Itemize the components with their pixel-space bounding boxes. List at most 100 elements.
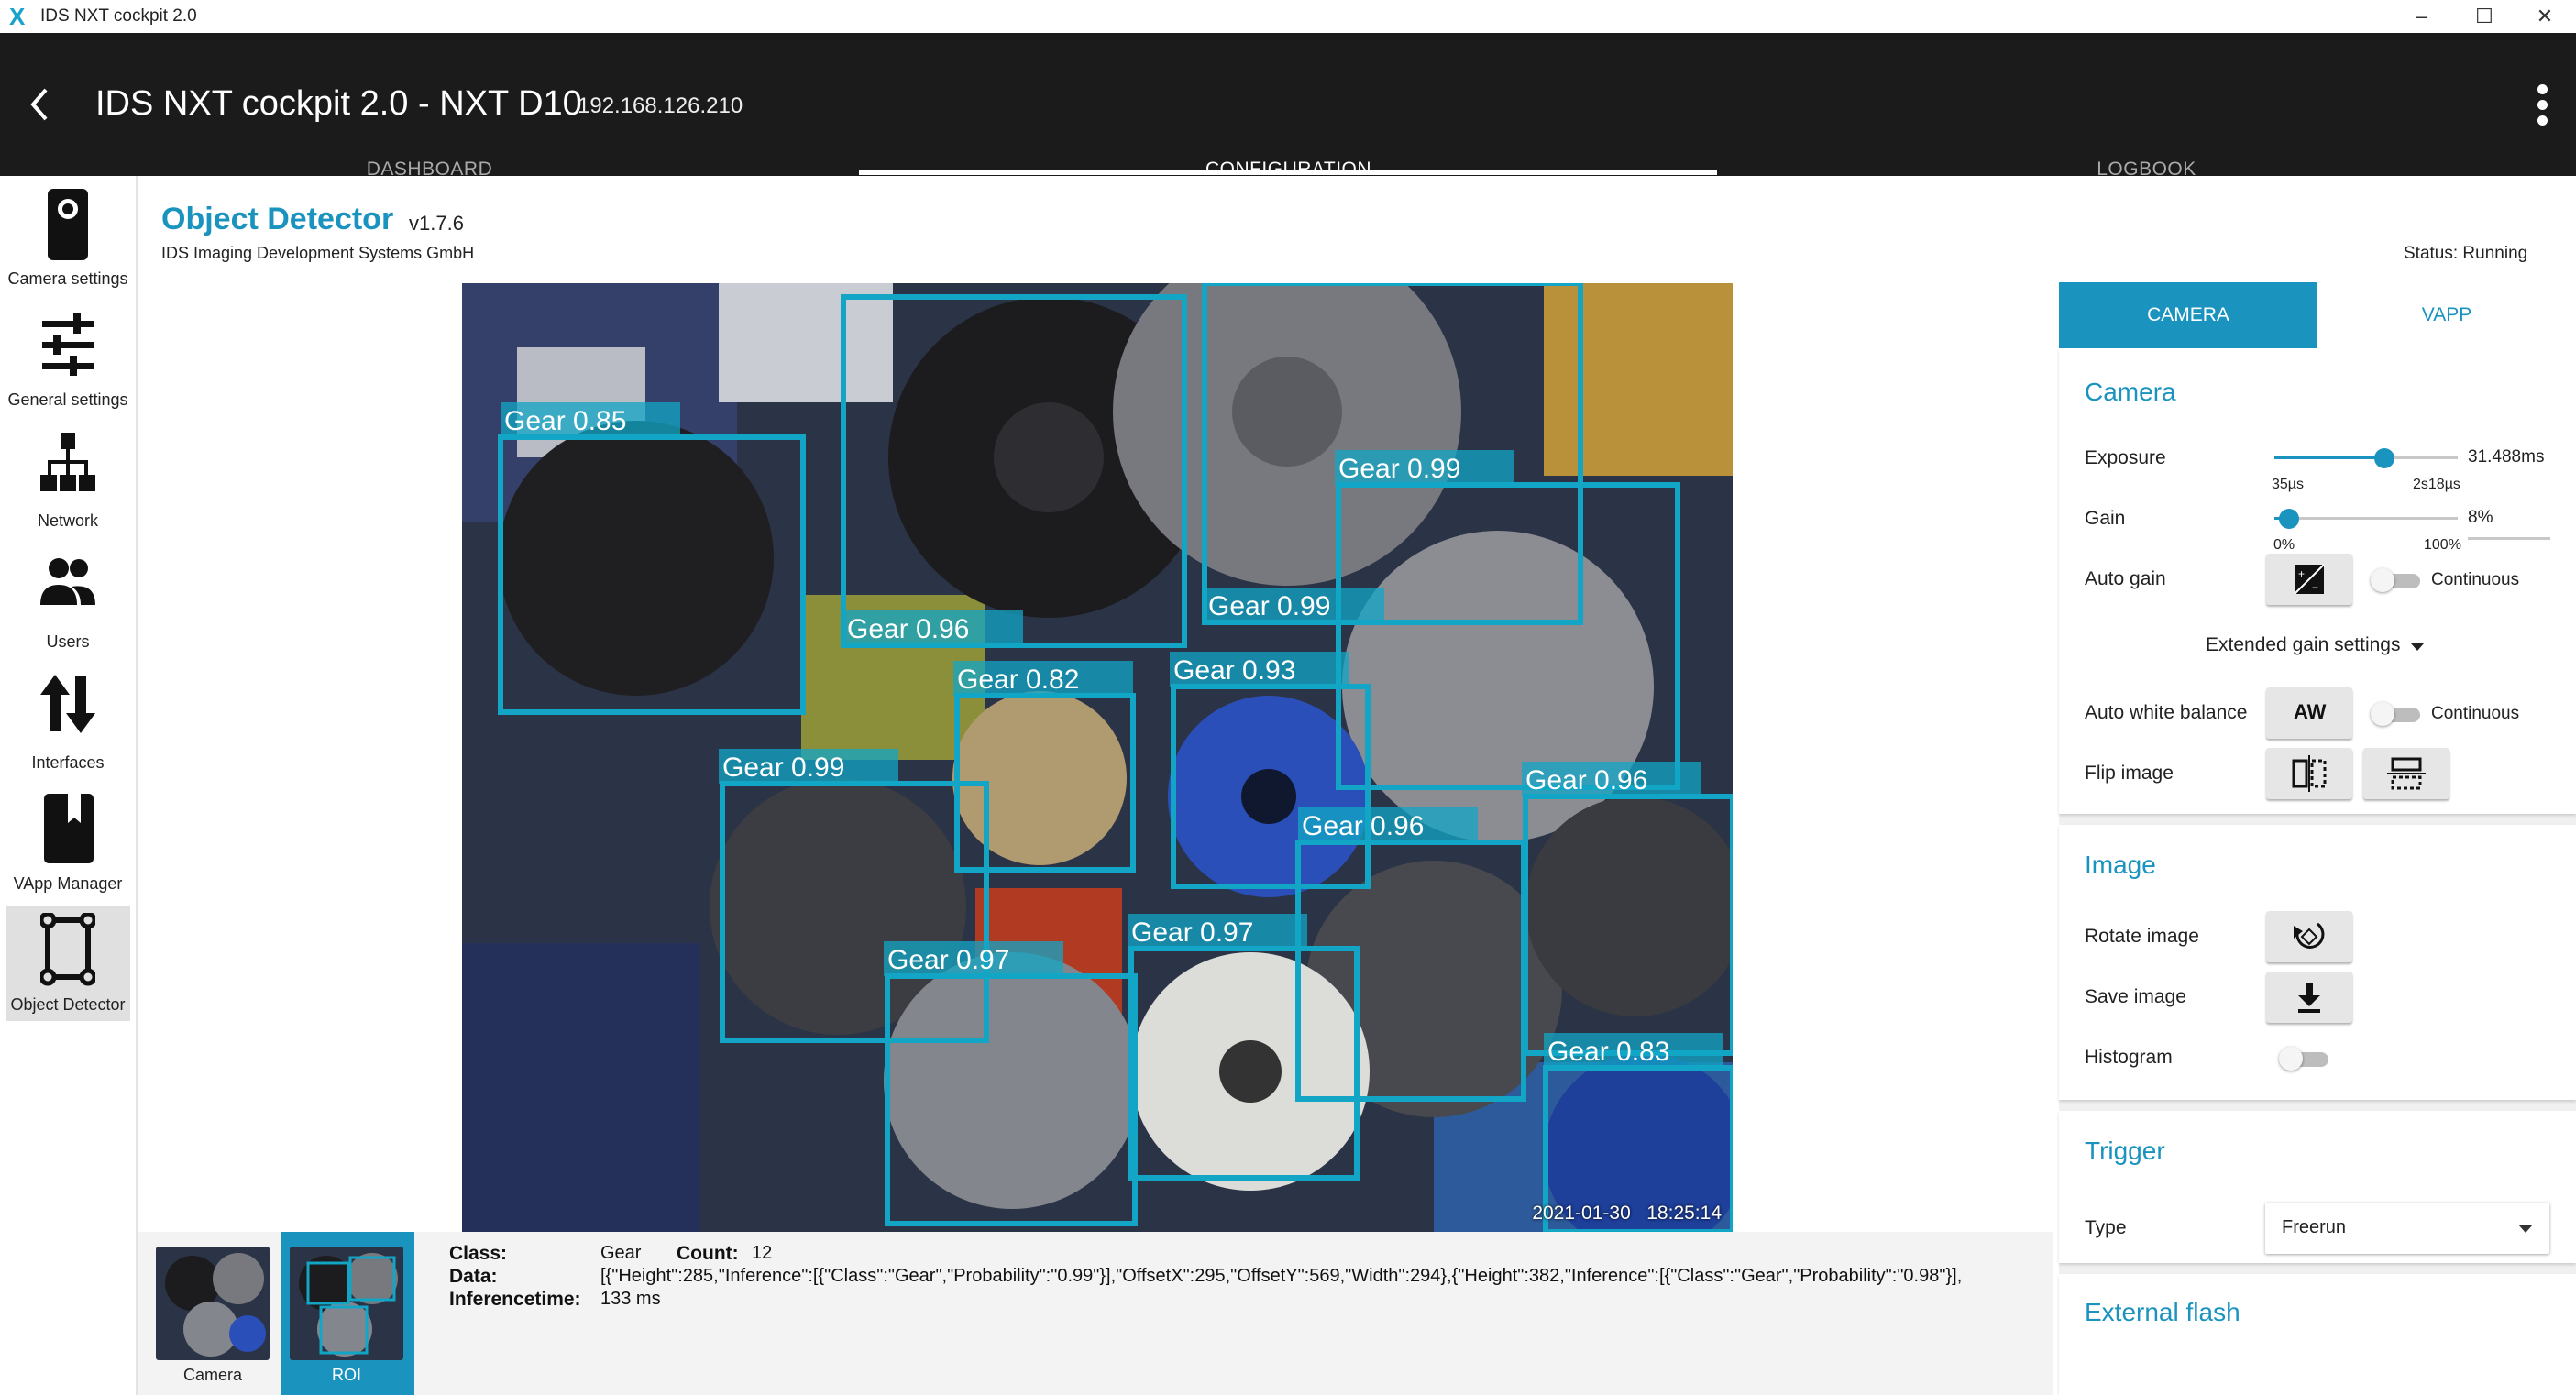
download-icon <box>2298 983 2320 1013</box>
camera-icon <box>48 189 88 260</box>
app-logo-icon: X <box>9 3 26 30</box>
tab-camera[interactable]: CAMERA <box>2059 282 2317 348</box>
histogram-toggle[interactable] <box>2279 1047 2330 1071</box>
section-title-external-flash: External flash <box>2085 1298 2240 1326</box>
window-titlebar: X IDS NXT cockpit 2.0 – ☐ ✕ <box>0 0 2576 34</box>
sliders-icon <box>42 313 94 376</box>
flip-vertical-button[interactable] <box>2363 748 2449 799</box>
count-key: Count: <box>677 1243 739 1264</box>
camera-scene-image: Gear 0.85 Gear 0.96 Gear 0.99 Gear 0.99 … <box>462 283 1733 1232</box>
camera-card: Camera Exposure 31.488ms 35µs 2s18µs Gai… <box>2059 348 2576 814</box>
camera-thumbnail[interactable] <box>156 1247 270 1360</box>
trigger-type-value: Freerun <box>2282 1217 2347 1237</box>
maximize-icon[interactable]: ☐ <box>2455 0 2514 33</box>
save-image-button[interactable] <box>2266 972 2352 1023</box>
save-image-label: Save image <box>2085 986 2186 1007</box>
class-key: Class: <box>449 1243 508 1264</box>
sidebar-item-label: Interfaces <box>31 753 105 772</box>
section-title-image: Image <box>2085 851 2156 879</box>
auto-gain-button[interactable]: + − <box>2266 554 2352 605</box>
exposure-value: 31.488ms <box>2468 447 2545 467</box>
back-arrow-icon[interactable] <box>28 86 51 128</box>
result-panel: Camera ROI Class: Gear Count: 12 Data: [… <box>138 1232 2053 1395</box>
gain-min: 0% <box>2273 537 2295 553</box>
detection-label: Gear 0.97 <box>1131 917 1253 948</box>
auto-wb-toggle-label: Continuous <box>2431 704 2520 723</box>
flip-horizontal-icon <box>2292 755 2327 792</box>
sidebar-item-interfaces[interactable]: Interfaces <box>6 664 130 779</box>
trigger-type-select[interactable]: Freerun <box>2265 1203 2549 1254</box>
gain-slider-knob[interactable] <box>2279 509 2299 529</box>
sidebar-item-vapp-manager[interactable]: VApp Manager <box>6 785 130 900</box>
exposure-auto-icon: +− <box>2294 564 2325 595</box>
detection-label: Gear 0.99 <box>1338 454 1460 484</box>
flip-vertical-icon <box>2387 757 2426 790</box>
network-icon <box>40 433 95 491</box>
vapp-status: Status: Running <box>2404 244 2528 263</box>
gain-max: 100% <box>2424 537 2461 553</box>
inferencetime-key: Inferencetime: <box>449 1289 581 1310</box>
sidebar-item-label: Network <box>37 511 98 530</box>
sidebar-item-label: General settings <box>7 390 128 409</box>
app-bar: IDS NXT cockpit 2.0 - NXT D10 192.168.12… <box>0 33 2576 180</box>
image-timestamp: 2021-01-30 18:25:14 <box>1532 1203 1722 1224</box>
exposure-slider-knob[interactable] <box>2374 448 2394 468</box>
detection-label: Gear 0.82 <box>957 665 1079 695</box>
exposure-label: Exposure <box>2085 447 2166 468</box>
extended-gain-settings[interactable]: Extended gain settings <box>2206 634 2400 656</box>
gain-value: 8% <box>2468 508 2493 527</box>
roi-frame-icon <box>40 913 95 986</box>
rotate-image-button[interactable] <box>2266 911 2352 962</box>
more-menu-icon[interactable] <box>2537 84 2550 131</box>
count-value: 12 <box>752 1243 773 1263</box>
tab-vapp[interactable]: VAPP <box>2317 282 2576 348</box>
auto-wb-toggle[interactable] <box>2371 702 2422 726</box>
rotate-image-label: Rotate image <box>2085 926 2199 947</box>
device-ip: 192.168.126.210 <box>578 93 743 118</box>
sidebar-item-object-detector[interactable]: Object Detector <box>6 906 130 1021</box>
section-title-camera: Camera <box>2085 378 2176 406</box>
window-title: IDS NXT cockpit 2.0 <box>40 6 197 26</box>
auto-gain-toggle[interactable] <box>2371 568 2422 592</box>
data-key: Data: <box>449 1266 498 1287</box>
active-tab-indicator <box>859 170 1717 175</box>
gain-slider-track[interactable] <box>2274 517 2458 520</box>
chevron-down-icon[interactable] <box>2411 643 2424 651</box>
sidebar-item-label: Users <box>46 632 90 651</box>
thumb-label-camera: Camera <box>182 1366 243 1384</box>
detection-label: Gear 0.96 <box>847 614 969 644</box>
detection-label: Gear 0.99 <box>1208 591 1330 621</box>
detection-label: Gear 0.85 <box>504 406 626 436</box>
sidebar-item-label: Object Detector <box>10 995 126 1014</box>
vapp-header: Object Detector v1.7.6 IDS Imaging Devel… <box>138 176 2576 281</box>
auto-wb-button[interactable]: AW <box>2266 687 2352 739</box>
detection-label: Gear 0.97 <box>887 945 1009 975</box>
image-card: Image Rotate image Save image Histogram <box>2059 825 2576 1100</box>
gain-label: Gain <box>2085 508 2126 529</box>
exposure-min: 35µs <box>2272 477 2305 492</box>
minimize-icon[interactable]: – <box>2393 0 2451 33</box>
detection-label: Gear 0.99 <box>722 752 844 783</box>
users-icon <box>40 558 95 605</box>
vapp-version: v1.7.6 <box>409 212 464 235</box>
flip-image-label: Flip image <box>2085 763 2174 784</box>
sidebar-item-general-settings[interactable]: General settings <box>6 301 130 416</box>
sidebar-item-network[interactable]: Network <box>6 422 130 537</box>
external-flash-card: External flash <box>2059 1274 2576 1395</box>
camera-live-image[interactable]: Gear 0.85 Gear 0.96 Gear 0.99 Gear 0.99 … <box>462 283 1733 1232</box>
sidebar: Camera settings General settings Network… <box>0 176 138 1395</box>
auto-wb-label: Auto white balance <box>2085 702 2248 723</box>
close-icon[interactable]: ✕ <box>2515 0 2574 33</box>
roi-thumbnail[interactable] <box>290 1247 403 1360</box>
flip-horizontal-button[interactable] <box>2266 748 2352 799</box>
detection-label: Gear 0.96 <box>1302 811 1424 841</box>
trigger-card: Trigger Type Freerun <box>2059 1111 2576 1263</box>
arrows-updown-icon <box>40 675 95 733</box>
vapp-name: Object Detector <box>161 202 394 236</box>
data-value: [{"Height":285,"Inference":[{"Class":"Ge… <box>600 1266 1963 1286</box>
sidebar-item-users[interactable]: Users <box>6 543 130 658</box>
trigger-type-label: Type <box>2085 1217 2127 1238</box>
svg-text:+: + <box>2298 567 2305 580</box>
sidebar-item-label: VApp Manager <box>13 874 123 893</box>
sidebar-item-camera-settings[interactable]: Camera settings <box>6 180 130 295</box>
